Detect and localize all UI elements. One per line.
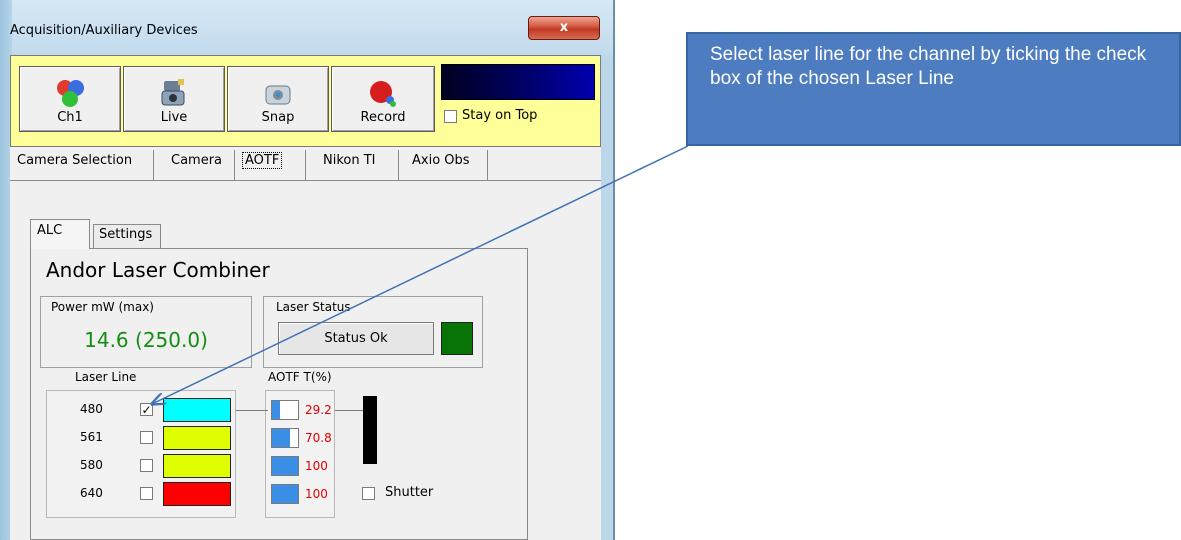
record-icon: [370, 81, 396, 107]
camera-live-icon: [161, 79, 185, 106]
check-mark-icon: ✓: [141, 403, 152, 417]
close-icon: x: [559, 20, 569, 35]
snap-label: Snap: [261, 110, 295, 125]
tab-aotf-label: AOTF: [242, 152, 283, 169]
laser-color-swatch[interactable]: [163, 398, 231, 422]
tab-settings[interactable]: Settings: [93, 224, 161, 248]
laser-561-checkbox[interactable]: [140, 431, 153, 444]
ch1-label: Ch1: [57, 110, 83, 125]
record-label: Record: [360, 110, 406, 125]
shutter-label: Shutter: [385, 485, 434, 500]
aotf-fill: [272, 485, 298, 503]
laser-wavelength: 480: [80, 402, 103, 416]
aotf-slider[interactable]: [271, 400, 299, 420]
laser-580-checkbox[interactable]: [140, 459, 153, 472]
aotf-value: 29.2: [305, 403, 332, 417]
laser-wavelength: 640: [80, 486, 103, 500]
snap-button[interactable]: Snap: [227, 66, 329, 132]
tab-aotf[interactable]: AOTF: [236, 150, 306, 180]
tab-nikon-ti-label: Nikon TI: [323, 153, 376, 168]
record-button[interactable]: Record: [331, 66, 435, 132]
channel-icon: [57, 80, 84, 107]
aotf-slider[interactable]: [271, 428, 299, 448]
live-label: Live: [160, 110, 188, 125]
tab-alc[interactable]: ALC: [30, 219, 90, 249]
ch1-button[interactable]: Ch1: [19, 66, 121, 132]
tab-camera-selection-label: Camera Selection: [17, 153, 133, 168]
power-caption: Power mW (max): [49, 300, 156, 314]
aotf-value: 70.8: [305, 431, 332, 445]
laser-480-checkbox[interactable]: ✓: [140, 403, 153, 416]
channel-color-preview: [441, 64, 595, 100]
laser-color-swatch[interactable]: [163, 482, 231, 506]
shutter-indicator: [363, 396, 377, 464]
aotf-slider[interactable]: [271, 456, 299, 476]
aotf-value: 100: [305, 459, 328, 473]
tab-alc-label: ALC: [37, 223, 63, 238]
status-indicator: [441, 322, 473, 355]
tab-camera[interactable]: Camera: [155, 150, 235, 180]
tab-camera-selection[interactable]: Camera Selection: [10, 150, 154, 180]
window-title: Acquisition/Auxiliary Devices: [10, 23, 198, 38]
close-button[interactable]: x: [528, 16, 600, 40]
aotf-fill: [272, 401, 280, 419]
snap-camera-icon: [265, 85, 291, 105]
tab-strip-divider: [10, 180, 601, 181]
laser-wavelength: 580: [80, 458, 103, 472]
laser-line-label: Laser Line: [75, 370, 137, 384]
tab-settings-label: Settings: [99, 227, 153, 242]
laser-color-swatch[interactable]: [163, 426, 231, 450]
laser-status-caption: Laser Status: [274, 300, 353, 314]
stay-on-top-label: Stay on Top: [462, 108, 538, 123]
aotf-fill: [272, 429, 291, 447]
connector-line: [335, 410, 363, 411]
aotf-slider[interactable]: [271, 484, 299, 504]
connector-line: [236, 410, 268, 411]
annotation-callout: Select laser line for the channel by tic…: [686, 32, 1181, 146]
tab-axio-obs[interactable]: Axio Obs: [400, 150, 488, 180]
live-button[interactable]: Live: [123, 66, 225, 132]
stay-on-top-checkbox[interactable]: [444, 110, 457, 123]
tab-camera-label: Camera: [171, 153, 223, 168]
aotf-fill: [272, 457, 298, 475]
laser-wavelength: 561: [80, 430, 103, 444]
tab-axio-obs-label: Axio Obs: [412, 153, 470, 168]
status-ok-button[interactable]: Status Ok: [278, 322, 434, 355]
laser-640-checkbox[interactable]: [140, 487, 153, 500]
aotf-label: AOTF T(%): [268, 370, 332, 384]
laser-color-swatch[interactable]: [163, 454, 231, 478]
shutter-checkbox[interactable]: [362, 487, 375, 500]
alc-title: Andor Laser Combiner: [46, 258, 270, 282]
aotf-value: 100: [305, 487, 328, 501]
tab-nikon-ti[interactable]: Nikon TI: [307, 150, 399, 180]
power-value: 14.6 (250.0): [84, 328, 208, 352]
